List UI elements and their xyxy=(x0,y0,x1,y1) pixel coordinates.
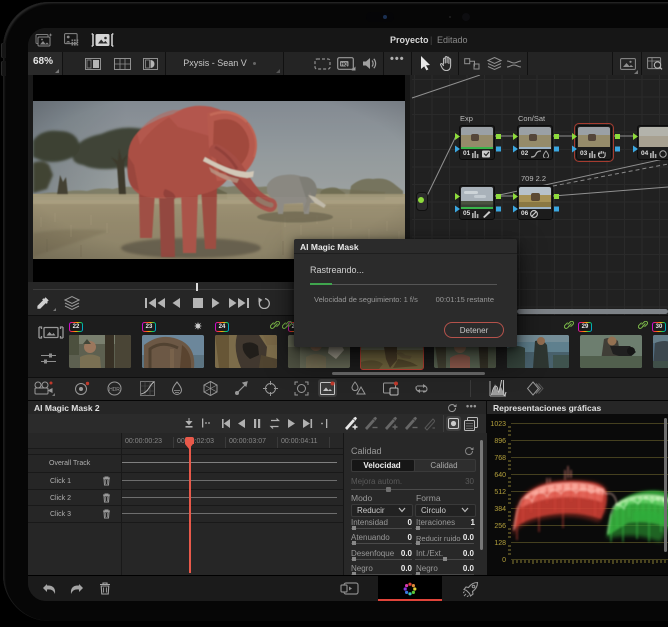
svg-text:384: 384 xyxy=(494,506,506,513)
svg-text:768: 768 xyxy=(494,455,506,462)
svg-text:640: 640 xyxy=(494,472,506,479)
svg-text:512: 512 xyxy=(494,489,506,496)
svg-text:0: 0 xyxy=(502,557,506,564)
svg-text:256: 256 xyxy=(494,523,506,530)
svg-text:HDR: HDR xyxy=(109,387,120,393)
svg-text:HQ: HQ xyxy=(341,62,348,67)
svg-text:1023: 1023 xyxy=(490,421,506,428)
svg-text:128: 128 xyxy=(494,540,506,547)
svg-text:896: 896 xyxy=(494,438,506,445)
